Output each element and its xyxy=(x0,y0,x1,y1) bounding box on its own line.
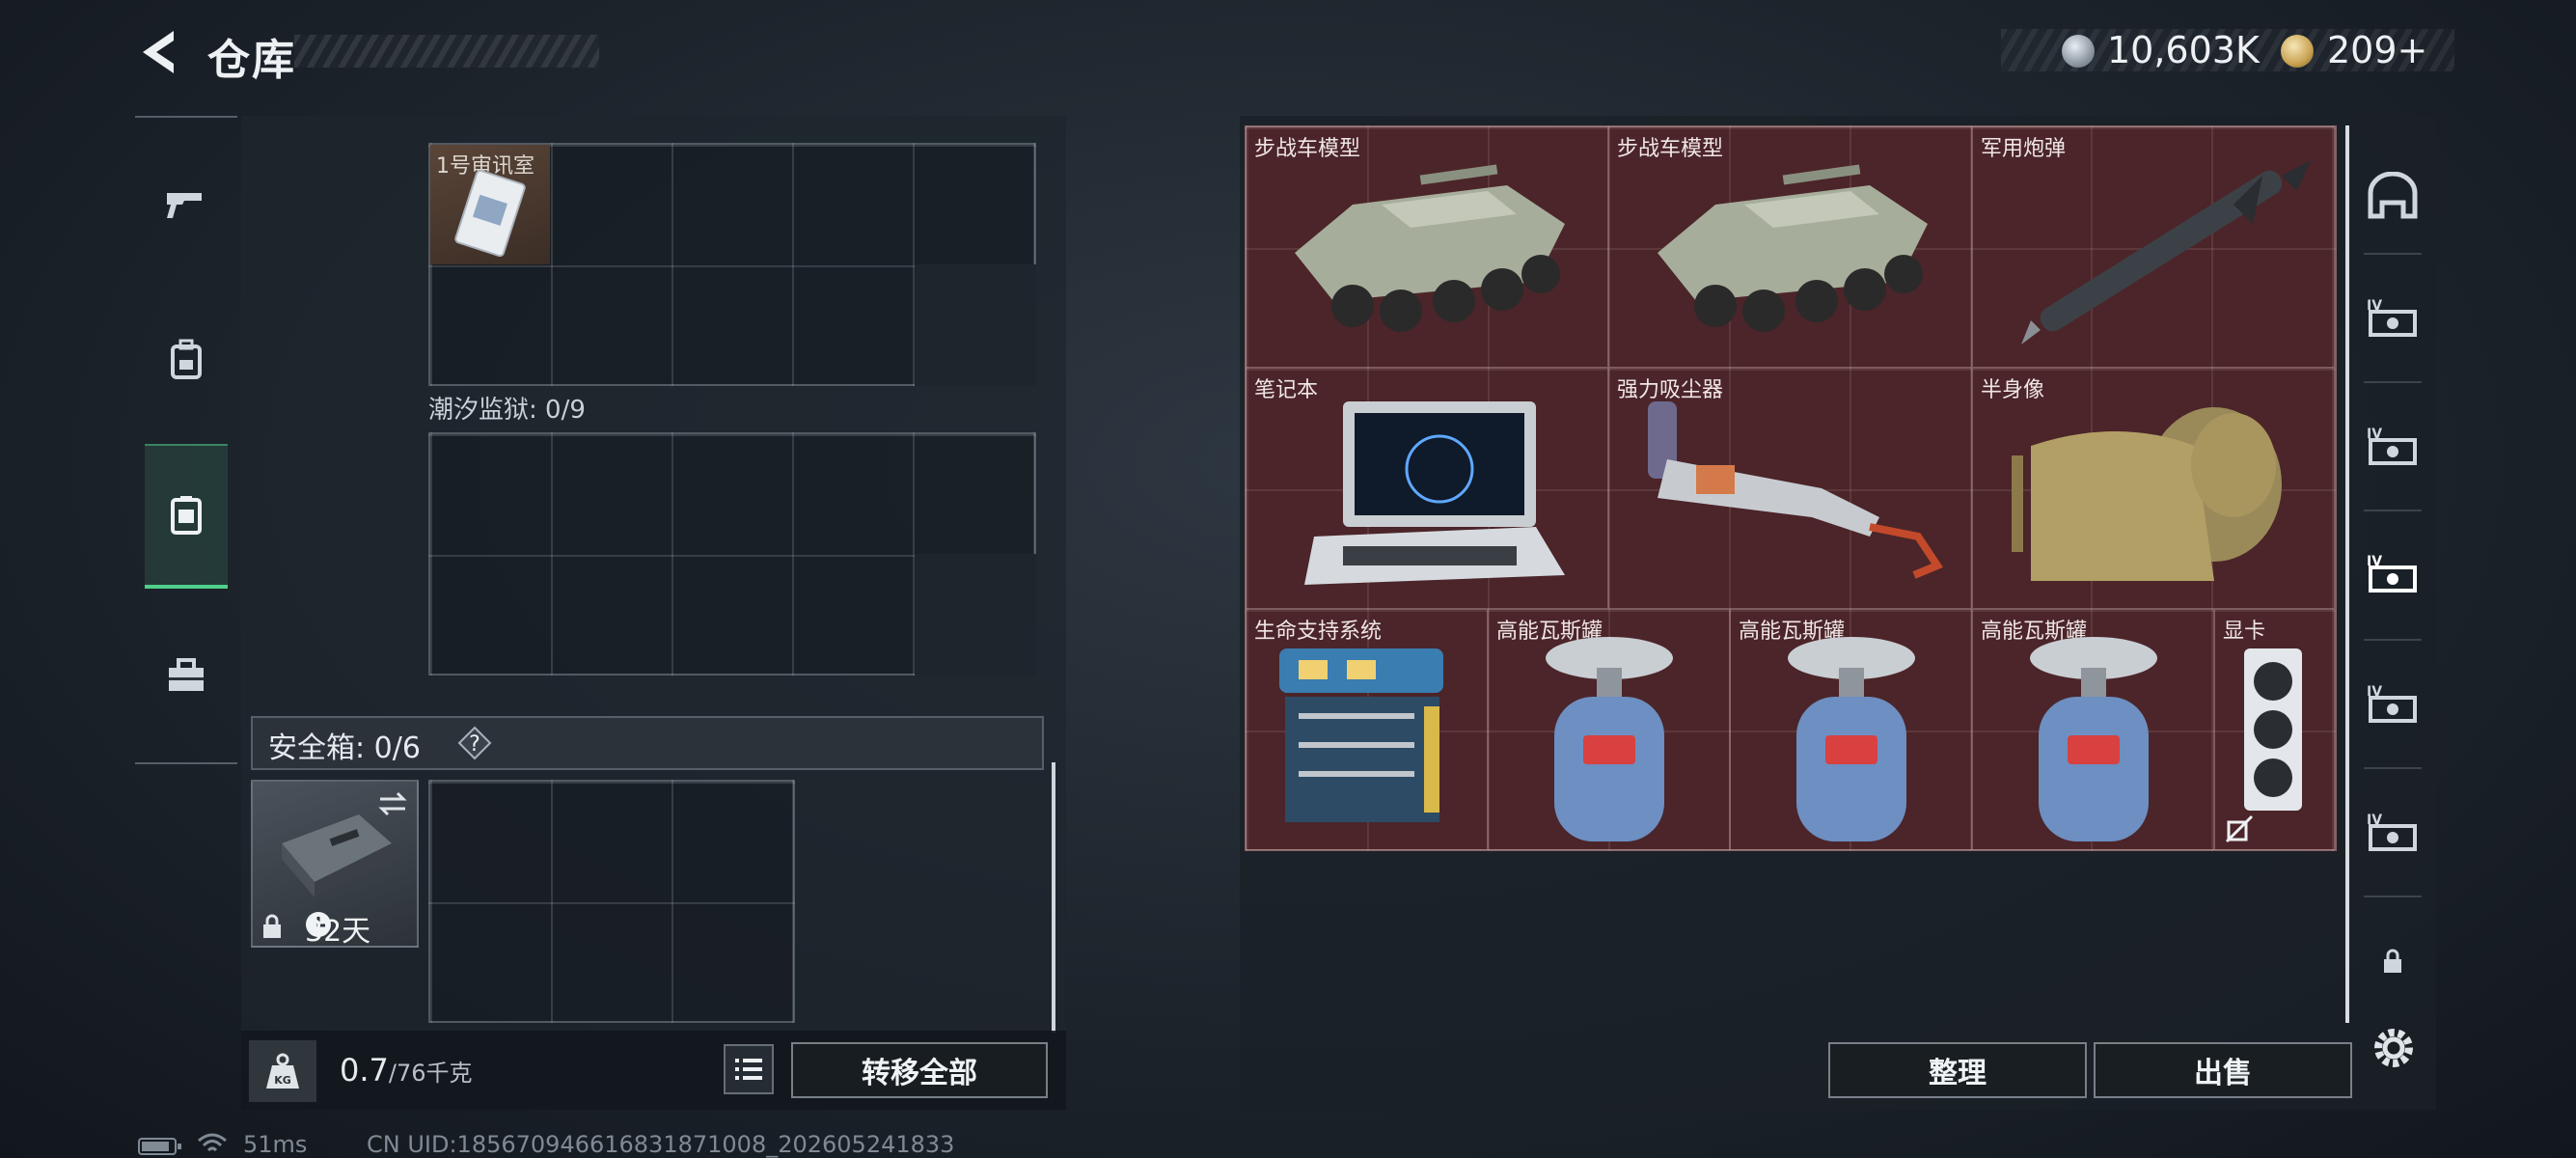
transfer-all-button[interactable]: 转移全部 xyxy=(791,1042,1048,1098)
inventory-item[interactable]: 1号审讯室 xyxy=(430,145,550,264)
case-iv-icon: IV xyxy=(2367,684,2417,723)
safe-box-duration: 32天 xyxy=(305,915,371,949)
right-tab-case[interactable]: IV xyxy=(2359,394,2426,500)
divider xyxy=(2364,639,2422,641)
case-iv-icon: IV xyxy=(2367,813,2417,851)
keycard-icon xyxy=(454,170,526,257)
list-view-button[interactable] xyxy=(724,1044,774,1094)
right-tab-helmet[interactable] xyxy=(2359,143,2426,249)
vacuum-icon xyxy=(1648,401,1944,579)
help-icon[interactable]: ? xyxy=(457,726,492,760)
page-title: 仓库 xyxy=(207,36,296,85)
tab-toolbox[interactable] xyxy=(145,603,228,748)
safe-box-label: 安全箱: 0/6 xyxy=(268,731,421,765)
right-tab-case-active[interactable]: IV xyxy=(2359,521,2426,627)
stash-item[interactable]: 军用炮弹 xyxy=(1972,126,2335,368)
gas-tank-icon xyxy=(1788,637,1915,841)
silver-currency-value: 10,603K xyxy=(2107,29,2260,71)
list-icon xyxy=(735,1059,762,1080)
life-support-icon xyxy=(1279,648,1443,822)
svg-text:KG: KG xyxy=(274,1074,291,1087)
right-tab-case[interactable]: IV xyxy=(2359,265,2426,372)
stash-item[interactable]: 生命支持系统 xyxy=(1246,609,1488,850)
stash-item[interactable]: 笔记本 xyxy=(1246,368,1608,609)
weight-value: 0.7/76千克 xyxy=(340,1052,473,1089)
bust-icon xyxy=(2012,407,2282,581)
gas-tank-icon xyxy=(1546,637,1673,841)
locked-slot-icon xyxy=(2384,949,2401,973)
weight-box: KG xyxy=(249,1040,316,1102)
title-decoration xyxy=(294,35,599,68)
ifv-model-icon xyxy=(1295,164,1565,332)
sort-button[interactable]: 整理 xyxy=(1828,1042,2087,1098)
right-tab-case[interactable]: IV xyxy=(2359,780,2426,886)
chest-rig-icon xyxy=(171,496,202,535)
stash-item[interactable]: 半身像 xyxy=(1972,368,2335,609)
stash-item[interactable]: 步战车模型 xyxy=(1608,126,1972,368)
stash-item[interactable]: 显卡 xyxy=(2214,609,2335,850)
divider xyxy=(2364,381,2422,383)
laptop-icon xyxy=(1304,401,1565,585)
uid-text: CN UID:185670946616831871008_20260524183… xyxy=(367,1131,955,1158)
toolbox-icon xyxy=(169,658,204,691)
pistol-icon xyxy=(167,193,202,218)
safe-box-grid[interactable] xyxy=(428,780,795,1023)
weight-icon: KG xyxy=(266,1053,299,1089)
container-grid-2[interactable] xyxy=(428,432,1036,676)
wifi-icon xyxy=(198,1133,227,1152)
case-iv-icon: IV xyxy=(2367,298,2417,337)
silver-coin-icon xyxy=(2062,35,2095,68)
container-label: 潮汐监狱: 0/9 xyxy=(428,396,586,425)
stash-item[interactable]: 步战车模型 xyxy=(1246,126,1608,368)
gpu-icon xyxy=(2244,648,2302,811)
helmet-icon xyxy=(2368,172,2418,219)
tab-weapon[interactable] xyxy=(145,130,228,275)
svg-text:?: ? xyxy=(469,732,480,757)
swap-icon[interactable] xyxy=(376,789,409,818)
tab-backpack[interactable] xyxy=(145,288,228,432)
add-currency-button[interactable]: + xyxy=(2398,29,2428,71)
stash-item[interactable]: 高能瓦斯罐 xyxy=(1488,609,1730,850)
divider xyxy=(2364,767,2422,769)
gold-currency-value[interactable]: 209+ xyxy=(2327,29,2427,71)
backpack-icon xyxy=(171,339,202,379)
gas-tank-icon xyxy=(2030,637,2157,841)
inventory-scrollbar[interactable] xyxy=(1052,762,1055,1033)
divider xyxy=(2364,510,2422,511)
missile-icon xyxy=(2021,160,2311,345)
back-arrow-icon[interactable] xyxy=(135,27,185,77)
divider xyxy=(2364,253,2422,255)
battery-icon xyxy=(138,1138,181,1155)
stash-item[interactable]: 高能瓦斯罐 xyxy=(1730,609,1972,850)
safe-case-icon xyxy=(282,814,392,897)
gold-coin-icon xyxy=(2281,35,2314,68)
tab-chest-rig[interactable] xyxy=(145,444,228,589)
no-rotate-icon xyxy=(2225,814,2254,843)
lock-icon xyxy=(263,914,281,938)
stash-scrollbar[interactable] xyxy=(2345,125,2349,1023)
gear-icon[interactable] xyxy=(2369,1023,2419,1073)
ifv-model-icon xyxy=(1658,164,1928,332)
sell-button[interactable]: 出售 xyxy=(2094,1042,2352,1098)
stash-item[interactable]: 强力吸尘器 xyxy=(1608,368,1972,609)
case-iv-icon: IV xyxy=(2367,427,2417,465)
case-iv-icon: IV xyxy=(2367,554,2417,593)
right-tab-case[interactable]: IV xyxy=(2359,651,2426,758)
stash-item[interactable]: 高能瓦斯罐 xyxy=(1972,609,2214,850)
ping-text: 51ms xyxy=(243,1131,308,1158)
divider xyxy=(2364,896,2422,897)
